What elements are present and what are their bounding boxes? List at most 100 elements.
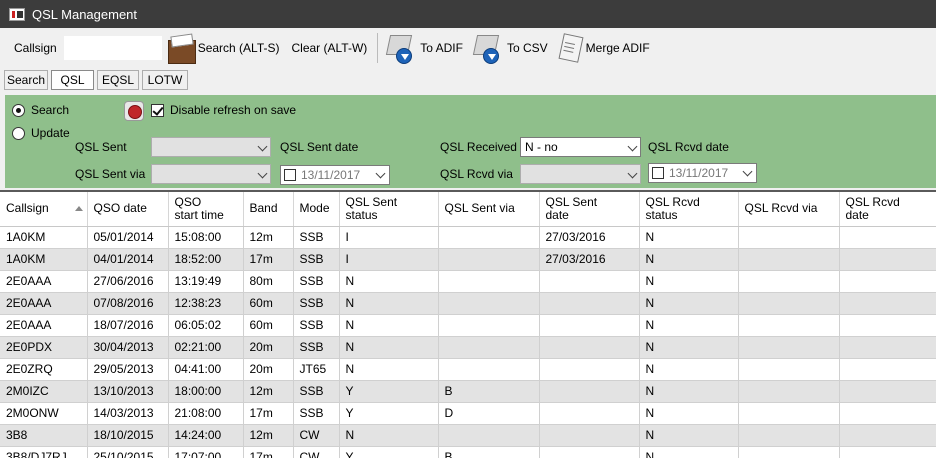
table-cell[interactable]: N	[639, 380, 739, 403]
table-cell[interactable]	[839, 314, 936, 337]
qsl-sent-date-picker[interactable]: 13/11/2017	[280, 165, 390, 185]
table-cell[interactable]: N	[339, 270, 439, 293]
column-header[interactable]: QSO start time	[168, 192, 244, 227]
table-cell[interactable]	[539, 446, 640, 458]
table-cell[interactable]: 20m	[243, 358, 294, 381]
table-cell[interactable]	[438, 358, 540, 381]
table-cell[interactable]: Y	[339, 402, 439, 425]
table-cell[interactable]: 3B8	[0, 424, 88, 447]
table-cell[interactable]	[738, 314, 840, 337]
table-cell[interactable]: 17m	[243, 248, 294, 271]
column-header[interactable]: Callsign	[0, 192, 88, 227]
qsl-sent-select[interactable]	[151, 137, 271, 157]
table-cell[interactable]: 12m	[243, 424, 294, 447]
qsl-rcvd-via-select[interactable]	[520, 164, 641, 184]
table-cell[interactable]: 18/07/2016	[87, 314, 169, 337]
table-cell[interactable]: N	[639, 424, 739, 447]
table-cell[interactable]	[438, 270, 540, 293]
date-enable-checkbox[interactable]	[652, 167, 664, 179]
table-row[interactable]: 2E0AAA 07/08/2016 12:38:23 60m SSB N N	[0, 292, 936, 315]
refresh-icon[interactable]	[124, 101, 144, 121]
table-cell[interactable]: 04/01/2014	[87, 248, 169, 271]
table-cell[interactable]: 17m	[243, 446, 294, 458]
table-cell[interactable]: 60m	[243, 314, 294, 337]
table-cell[interactable]	[438, 248, 540, 271]
table-cell[interactable]: 2E0ZRQ	[0, 358, 88, 381]
table-cell[interactable]: 1A0KM	[0, 226, 88, 249]
table-cell[interactable]: 18:52:00	[168, 248, 244, 271]
table-cell[interactable]	[438, 226, 540, 249]
table-cell[interactable]: N	[339, 314, 439, 337]
table-cell[interactable]: 18:00:00	[168, 380, 244, 403]
column-header[interactable]: QSL Sent via	[438, 192, 540, 227]
tab-lotw[interactable]: LOTW	[142, 70, 188, 90]
column-header[interactable]: QSL Sent date	[539, 192, 640, 227]
table-cell[interactable]: 2M0ONW	[0, 402, 88, 425]
column-header[interactable]: QSL Rcvd date	[839, 192, 936, 227]
table-cell[interactable]: B	[438, 446, 540, 458]
table-cell[interactable]: 27/03/2016	[539, 248, 640, 271]
table-cell[interactable]	[539, 292, 640, 315]
table-cell[interactable]: 17m	[243, 402, 294, 425]
table-cell[interactable]: 15:08:00	[168, 226, 244, 249]
column-header[interactable]: Band	[243, 192, 294, 227]
table-cell[interactable]	[738, 402, 840, 425]
qsl-sent-via-select[interactable]	[151, 164, 271, 184]
table-cell[interactable]: 12:38:23	[168, 292, 244, 315]
table-cell[interactable]: 2M0IZC	[0, 380, 88, 403]
column-header[interactable]: QSL Sent status	[339, 192, 439, 227]
table-cell[interactable]: 2E0AAA	[0, 314, 88, 337]
table-cell[interactable]: SSB	[293, 314, 340, 337]
qsl-data-grid[interactable]: Callsign QSO date QSO start time Band Mode QSL…	[0, 190, 936, 458]
table-row[interactable]: 2E0PDX 30/04/2013 02:21:00 20m SSB N N	[0, 336, 936, 359]
table-cell[interactable]: 12m	[243, 380, 294, 403]
table-cell[interactable]: N	[639, 248, 739, 271]
table-cell[interactable]: 30/04/2013	[87, 336, 169, 359]
table-cell[interactable]: 80m	[243, 270, 294, 293]
table-cell[interactable]: 20m	[243, 336, 294, 359]
table-cell[interactable]	[738, 380, 840, 403]
table-cell[interactable]: N	[639, 336, 739, 359]
table-row[interactable]: 2M0IZC 13/10/2013 18:00:00 12m SSB Y B N	[0, 380, 936, 403]
table-cell[interactable]	[738, 226, 840, 249]
table-row[interactable]: 3B8 18/10/2015 14:24:00 12m CW N N	[0, 424, 936, 447]
table-cell[interactable]	[539, 402, 640, 425]
table-cell[interactable]: 27/03/2016	[539, 226, 640, 249]
table-cell[interactable]	[839, 446, 936, 458]
table-cell[interactable]: N	[339, 336, 439, 359]
table-cell[interactable]	[738, 270, 840, 293]
date-enable-checkbox[interactable]	[284, 169, 296, 181]
table-cell[interactable]: 2E0AAA	[0, 292, 88, 315]
disable-refresh-checkbox[interactable]: Disable refresh on save	[151, 103, 296, 117]
search-button[interactable]: Search (ALT-S)	[166, 32, 280, 64]
tab-search[interactable]: Search	[4, 70, 48, 90]
table-cell[interactable]: I	[339, 248, 439, 271]
callsign-input[interactable]	[63, 36, 162, 60]
table-cell[interactable]: 02:21:00	[168, 336, 244, 359]
column-header[interactable]: QSO date	[87, 192, 169, 227]
mode-update-radio[interactable]: Update	[12, 126, 70, 140]
table-cell[interactable]	[839, 270, 936, 293]
table-cell[interactable]	[539, 336, 640, 359]
table-cell[interactable]	[438, 314, 540, 337]
table-cell[interactable]: B	[438, 380, 540, 403]
table-cell[interactable]: 3B8/DJ7RJ	[0, 446, 88, 458]
table-row[interactable]: 2M0ONW 14/03/2013 21:08:00 17m SSB Y D N	[0, 402, 936, 425]
table-row[interactable]: 2E0ZRQ 29/05/2013 04:41:00 20m JT65 N N	[0, 358, 936, 381]
table-cell[interactable]: N	[639, 358, 739, 381]
table-cell[interactable]: N	[339, 424, 439, 447]
table-cell[interactable]	[738, 292, 840, 315]
table-cell[interactable]: 13:19:49	[168, 270, 244, 293]
table-cell[interactable]: 60m	[243, 292, 294, 315]
table-cell[interactable]	[738, 446, 840, 458]
table-cell[interactable]: 14/03/2013	[87, 402, 169, 425]
table-cell[interactable]: 21:08:00	[168, 402, 244, 425]
table-cell[interactable]	[839, 226, 936, 249]
table-cell[interactable]: N	[639, 226, 739, 249]
clear-button[interactable]: Clear (ALT-W)	[290, 32, 368, 64]
table-cell[interactable]: 17:07:00	[168, 446, 244, 458]
table-cell[interactable]: 06:05:02	[168, 314, 244, 337]
table-row[interactable]: 1A0KM 04/01/2014 18:52:00 17m SSB I 27/03/2016…	[0, 248, 936, 271]
table-cell[interactable]	[539, 358, 640, 381]
table-cell[interactable]	[839, 292, 936, 315]
